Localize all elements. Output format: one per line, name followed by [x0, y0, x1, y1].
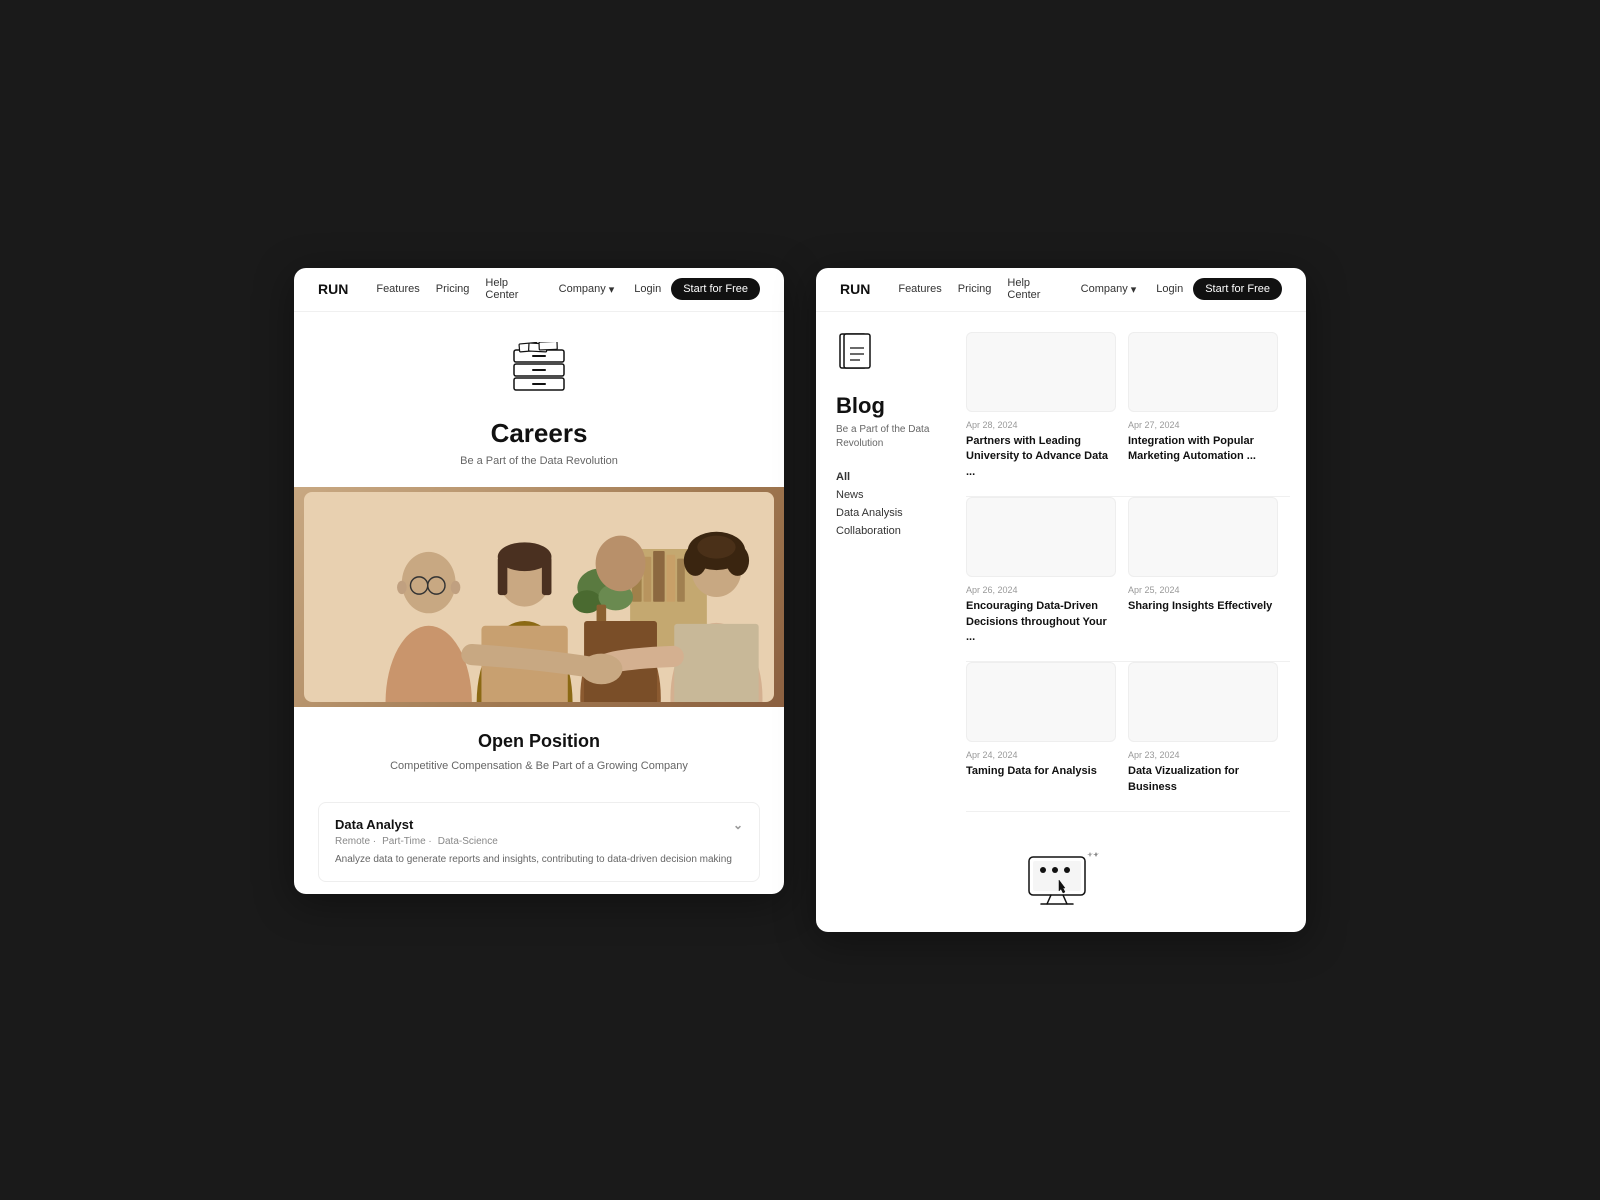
open-position-title: Open Position: [334, 731, 744, 752]
blog-post-date-5: Apr 24, 2024: [966, 750, 1116, 760]
careers-screen: RUN Features Pricing Help Center Company…: [294, 268, 784, 895]
blog-post-4[interactable]: Apr 25, 2024 Sharing Insights Effectivel…: [1128, 497, 1290, 662]
nav-blog-features[interactable]: Features: [898, 277, 941, 301]
blog-content: Blog Be a Part of the Data Revolution Al…: [816, 312, 1306, 832]
blog-sidebar: Blog Be a Part of the Data Revolution Al…: [836, 332, 966, 812]
nav-company[interactable]: Company ▾: [559, 277, 615, 301]
blog-post-2[interactable]: Apr 27, 2024 Integration with Popular Ma…: [1128, 332, 1290, 497]
chevron-down-icon-blog: ▾: [1131, 283, 1137, 296]
nav-help[interactable]: Help Center: [485, 277, 542, 301]
job-listing[interactable]: Data Analyst ⌄ Remote Part-Time Data-Sci…: [318, 802, 760, 882]
job-description: Analyze data to generate reports and ins…: [335, 853, 743, 867]
blog-post-title-1: Partners with Leading University to Adva…: [966, 434, 1116, 480]
job-tag-remote: Remote: [335, 836, 376, 847]
blog-post-date-1: Apr 28, 2024: [966, 420, 1116, 430]
blog-post-1[interactable]: Apr 28, 2024 Partners with Leading Unive…: [966, 332, 1128, 497]
blog-post-3[interactable]: Apr 26, 2024 Encouraging Data-Driven Dec…: [966, 497, 1128, 662]
job-tag-science: Data-Science: [438, 836, 498, 847]
blog-header-icon: [836, 332, 950, 381]
blog-post-image-6: [1128, 662, 1278, 742]
nav-pricing[interactable]: Pricing: [436, 277, 470, 301]
tv-monitor-icon: [1021, 852, 1101, 912]
filter-data-analysis[interactable]: Data Analysis: [836, 507, 950, 519]
careers-hero: Careers Be a Part of the Data Revolution: [294, 312, 784, 487]
blog-post-title-6: Data Vizualization for Business: [1128, 764, 1278, 795]
open-position-subtitle: Competitive Compensation & Be Part of a …: [334, 758, 744, 775]
chevron-down-icon: ▾: [609, 283, 615, 296]
expand-icon[interactable]: ⌄: [733, 818, 743, 832]
blog-post-5[interactable]: Apr 24, 2024 Taming Data for Analysis: [966, 662, 1128, 812]
careers-title: Careers: [491, 418, 588, 449]
blog-post-image-3: [966, 497, 1116, 577]
filing-cabinet-icon: [499, 342, 579, 402]
blog-post-image-2: [1128, 332, 1278, 412]
filter-collaboration[interactable]: Collaboration: [836, 525, 950, 537]
blog-filters: All News Data Analysis Collaboration: [836, 471, 950, 537]
nav-blog-help[interactable]: Help Center: [1007, 277, 1064, 301]
blog-post-title-5: Taming Data for Analysis: [966, 764, 1116, 779]
blog-post-image-5: [966, 662, 1116, 742]
blog-post-title-4: Sharing Insights Effectively: [1128, 599, 1278, 614]
nav-blog-pricing[interactable]: Pricing: [958, 277, 992, 301]
blog-grid: Apr 28, 2024 Partners with Leading Unive…: [966, 332, 1306, 812]
blog-post-date-6: Apr 23, 2024: [1128, 750, 1278, 760]
blog-title: Blog: [836, 393, 950, 419]
blog-bottom: [816, 832, 1306, 932]
nav-actions-blog: Login Start for Free: [1156, 278, 1282, 300]
careers-subtitle: Be a Part of the Data Revolution: [460, 455, 618, 467]
blog-cta-button[interactable]: Start for Free: [1193, 278, 1282, 300]
job-title: Data Analyst ⌄: [335, 817, 743, 832]
open-position-section: Open Position Competitive Compensation &…: [294, 707, 784, 791]
login-button[interactable]: Login: [634, 283, 661, 295]
job-tags: Remote Part-Time Data-Science: [335, 836, 743, 847]
blog-post-date-2: Apr 27, 2024: [1128, 420, 1278, 430]
logo-blog: RUN: [840, 281, 870, 297]
careers-hero-image: [294, 487, 784, 707]
nav-blog: RUN Features Pricing Help Center Company…: [816, 268, 1306, 312]
careers-image-inner: [304, 492, 774, 702]
blog-login-button[interactable]: Login: [1156, 283, 1183, 295]
nav-links-careers: Features Pricing Help Center Company ▾: [376, 277, 614, 301]
blog-post-image-1: [966, 332, 1116, 412]
job-tag-parttime: Part-Time: [382, 836, 432, 847]
logo-careers: RUN: [318, 281, 348, 297]
blog-post-date-4: Apr 25, 2024: [1128, 585, 1278, 595]
screens-container: RUN Features Pricing Help Center Company…: [294, 268, 1306, 932]
nav-blog-company[interactable]: Company ▾: [1081, 277, 1137, 301]
blog-post-title-3: Encouraging Data-Driven Decisions throug…: [966, 599, 1116, 645]
blog-post-title-2: Integration with Popular Marketing Autom…: [1128, 434, 1278, 465]
nav-links-blog: Features Pricing Help Center Company ▾: [898, 277, 1136, 301]
nav-careers: RUN Features Pricing Help Center Company…: [294, 268, 784, 312]
filter-news[interactable]: News: [836, 489, 950, 501]
filter-all[interactable]: All: [836, 471, 950, 483]
blog-subtitle: Be a Part of the Data Revolution: [836, 423, 950, 451]
blog-post-date-3: Apr 26, 2024: [966, 585, 1116, 595]
cta-button[interactable]: Start for Free: [671, 278, 760, 300]
nav-features[interactable]: Features: [376, 277, 419, 301]
nav-actions-careers: Login Start for Free: [634, 278, 760, 300]
blog-screen: RUN Features Pricing Help Center Company…: [816, 268, 1306, 932]
blog-post-image-4: [1128, 497, 1278, 577]
blog-post-6[interactable]: Apr 23, 2024 Data Vizualization for Busi…: [1128, 662, 1290, 812]
